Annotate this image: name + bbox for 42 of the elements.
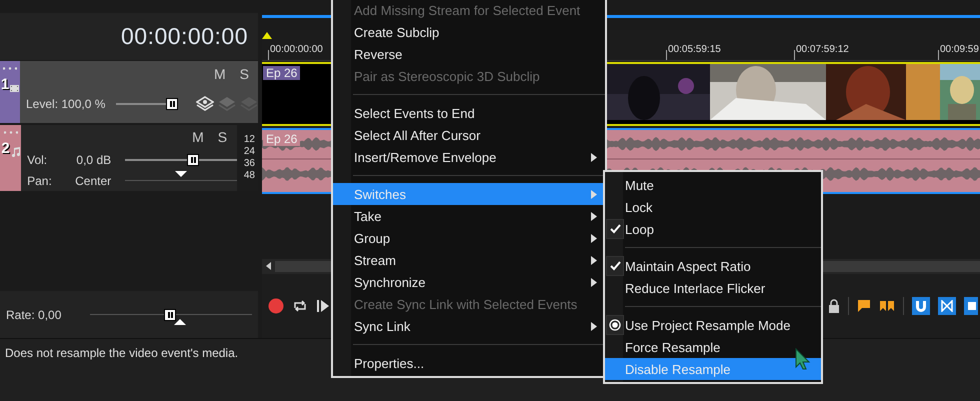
meter-tick-label: 12 <box>244 134 255 146</box>
track-m-toggle[interactable]: M <box>192 129 204 146</box>
menu-item[interactable]: Group <box>333 227 605 249</box>
vol-label: Vol: <box>27 153 48 168</box>
track-number: 1 <box>0 76 10 93</box>
rate-label: Rate: 0,00 <box>6 308 62 322</box>
ruler-time-label: 00:05:59:15 <box>668 44 721 55</box>
meter-tick-label: 24 <box>244 146 255 158</box>
menu-item[interactable]: Insert/Remove Envelope <box>333 146 605 168</box>
track-number: 2 <box>1 140 10 157</box>
menu-item[interactable]: Reverse <box>333 43 605 65</box>
ruler-time-label: 00:09:59 <box>940 44 979 55</box>
menu-item[interactable]: Loop <box>605 218 821 240</box>
track-s-toggle[interactable]: S <box>240 66 249 82</box>
event-label: Ep 26 <box>263 66 300 80</box>
event-label: Ep 26 <box>263 132 300 146</box>
level-label: Level: 100,0 % <box>26 97 106 111</box>
menu-item[interactable]: Create Subclip <box>333 21 605 43</box>
track-m-toggle[interactable]: M <box>214 66 226 82</box>
timecode: 00:00:00:00 <box>120 23 248 50</box>
meter-tick-label: 36 <box>244 158 255 170</box>
ruler-time-label: 00:00:00:00 <box>270 44 323 55</box>
menu-item[interactable]: Lock <box>605 196 821 218</box>
menu-item[interactable]: Select All After Cursor <box>333 124 605 146</box>
menu-item[interactable]: Force Resample <box>605 336 821 358</box>
meter-tick-label: 48 <box>244 170 255 182</box>
menu-item[interactable]: Use Project Resample Mode <box>605 314 821 336</box>
menu-item[interactable]: Select Events to End <box>333 102 605 124</box>
track-s-toggle[interactable]: S <box>218 129 228 146</box>
menu-item[interactable]: Mute <box>605 174 821 196</box>
menu-item[interactable]: Stream <box>333 249 605 271</box>
menu-item[interactable]: Maintain Aspect Ratio <box>605 255 821 277</box>
menu-item[interactable]: Reduce Interlace Flicker <box>605 277 821 299</box>
volume-value: 0,0 dB <box>75 153 112 168</box>
pan-label: Pan: <box>27 174 53 188</box>
ruler-time-label: 00:07:59:12 <box>796 44 849 55</box>
status-text: Does not resample the video event's media. <box>5 346 238 360</box>
menu-item[interactable]: Synchronize <box>333 271 605 293</box>
menu-item[interactable]: Take <box>333 205 605 227</box>
menu-item[interactable]: Properties... <box>333 352 605 374</box>
menu-item[interactable]: Sync Link <box>333 315 605 337</box>
pan-value: Center <box>75 174 112 188</box>
